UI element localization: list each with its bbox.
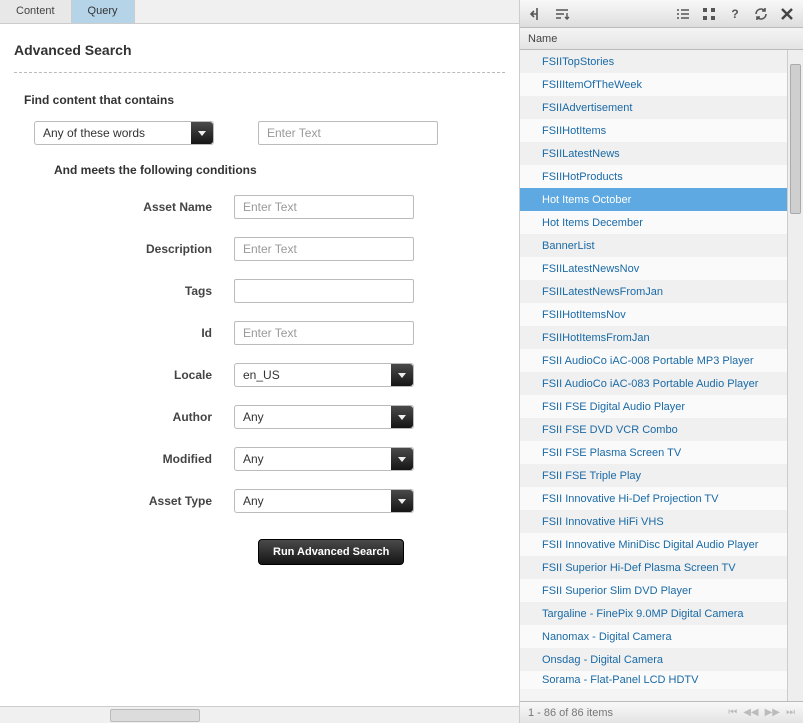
page-title: Advanced Search	[14, 42, 505, 58]
chevron-down-icon	[391, 406, 413, 428]
tab-content[interactable]: Content	[0, 0, 72, 23]
list-item[interactable]: BannerList	[520, 234, 787, 257]
pager: 1 - 86 of 86 items ⏮ ◀◀ ▶▶ ⏭	[520, 701, 803, 723]
label-id: Id	[14, 326, 234, 340]
locale-value: en_US	[243, 368, 280, 382]
list-item[interactable]: FSIIHotProducts	[520, 165, 787, 188]
list-item[interactable]: FSIIHotItems	[520, 119, 787, 142]
pager-prev-icon[interactable]: ◀◀	[743, 707, 758, 718]
tags-input[interactable]	[234, 279, 414, 303]
list-item[interactable]: FSII FSE DVD VCR Combo	[520, 418, 787, 441]
label-locale: Locale	[14, 368, 234, 382]
results-toolbar: ?	[520, 0, 803, 28]
help-icon[interactable]: ?	[727, 6, 743, 22]
list-item[interactable]: FSIIHotItemsNov	[520, 303, 787, 326]
list-item[interactable]: FSII AudioCo iAC-083 Portable Audio Play…	[520, 372, 787, 395]
label-description: Description	[14, 242, 234, 256]
chevron-down-icon	[391, 364, 413, 386]
list-item[interactable]: FSIILatestNews	[520, 142, 787, 165]
asset-name-input[interactable]	[234, 195, 414, 219]
label-tags: Tags	[14, 284, 234, 298]
dock-icon[interactable]	[528, 6, 544, 22]
tabs: Content Query	[0, 0, 519, 24]
chevron-down-icon	[391, 490, 413, 512]
list-item[interactable]: FSII Innovative HiFi VHS	[520, 510, 787, 533]
tab-query[interactable]: Query	[72, 0, 135, 23]
asset-type-select[interactable]: Any	[234, 489, 414, 513]
chevron-down-icon	[191, 122, 213, 144]
refresh-icon[interactable]	[753, 6, 769, 22]
words-input[interactable]	[258, 121, 438, 145]
author-select[interactable]: Any	[234, 405, 414, 429]
id-input[interactable]	[234, 321, 414, 345]
list-item[interactable]: FSIITopStories	[520, 50, 787, 73]
list-item[interactable]: Nanomax - Digital Camera	[520, 625, 787, 648]
label-asset-type: Asset Type	[14, 494, 234, 508]
list-item[interactable]: FSII FSE Plasma Screen TV	[520, 441, 787, 464]
list-item[interactable]: Hot Items December	[520, 211, 787, 234]
list-item[interactable]: FSIIItemOfTheWeek	[520, 73, 787, 96]
results-list: FSIITopStoriesFSIIItemOfTheWeekFSIIAdver…	[520, 50, 787, 701]
list-item[interactable]: FSII Innovative Hi-Def Projection TV	[520, 487, 787, 510]
list-item[interactable]: Targaline - FinePix 9.0MP Digital Camera	[520, 602, 787, 625]
list-view-icon[interactable]	[675, 6, 691, 22]
pager-first-icon[interactable]: ⏮	[728, 707, 737, 718]
words-select-value: Any of these words	[43, 126, 191, 140]
label-author: Author	[14, 410, 234, 424]
list-item[interactable]: FSII FSE Triple Play	[520, 464, 787, 487]
svg-text:?: ?	[731, 7, 738, 21]
vertical-scrollbar[interactable]	[787, 50, 803, 701]
list-item[interactable]: Onsdag - Digital Camera	[520, 648, 787, 671]
sort-icon[interactable]	[554, 6, 570, 22]
section-contains: Find content that contains	[24, 93, 505, 107]
column-name: Name	[528, 33, 557, 45]
label-modified: Modified	[14, 452, 234, 466]
author-value: Any	[243, 410, 264, 424]
list-item[interactable]: FSIILatestNewsFromJan	[520, 280, 787, 303]
list-item[interactable]: FSIIAdvertisement	[520, 96, 787, 119]
modified-value: Any	[243, 452, 264, 466]
list-item[interactable]: FSII Superior Hi-Def Plasma Screen TV	[520, 556, 787, 579]
run-advanced-search-button[interactable]: Run Advanced Search	[258, 539, 404, 565]
pager-text: 1 - 86 of 86 items	[528, 707, 613, 719]
pager-next-icon[interactable]: ▶▶	[765, 707, 780, 718]
grid-view-icon[interactable]	[701, 6, 717, 22]
modified-select[interactable]: Any	[234, 447, 414, 471]
list-item[interactable]: FSII Innovative MiniDisc Digital Audio P…	[520, 533, 787, 556]
list-item[interactable]: FSII AudioCo iAC-008 Portable MP3 Player	[520, 349, 787, 372]
locale-select[interactable]: en_US	[234, 363, 414, 387]
pager-last-icon[interactable]: ⏭	[786, 707, 795, 718]
list-item[interactable]: FSII Superior Slim DVD Player	[520, 579, 787, 602]
section-conditions: And meets the following conditions	[54, 163, 505, 177]
description-input[interactable]	[234, 237, 414, 261]
chevron-down-icon	[391, 448, 413, 470]
close-icon[interactable]	[779, 6, 795, 22]
asset-type-value: Any	[243, 494, 264, 508]
list-item[interactable]: Hot Items October	[520, 188, 787, 211]
list-item[interactable]: Sorama - Flat-Panel LCD HDTV	[520, 671, 787, 689]
divider	[14, 72, 505, 73]
list-item[interactable]: FSIILatestNewsNov	[520, 257, 787, 280]
words-select[interactable]: Any of these words	[34, 121, 214, 145]
horizontal-scrollbar[interactable]	[0, 706, 519, 723]
list-item[interactable]: FSII FSE Digital Audio Player	[520, 395, 787, 418]
label-asset-name: Asset Name	[14, 200, 234, 214]
list-item[interactable]: FSIIHotItemsFromJan	[520, 326, 787, 349]
results-header[interactable]: Name	[520, 28, 803, 50]
